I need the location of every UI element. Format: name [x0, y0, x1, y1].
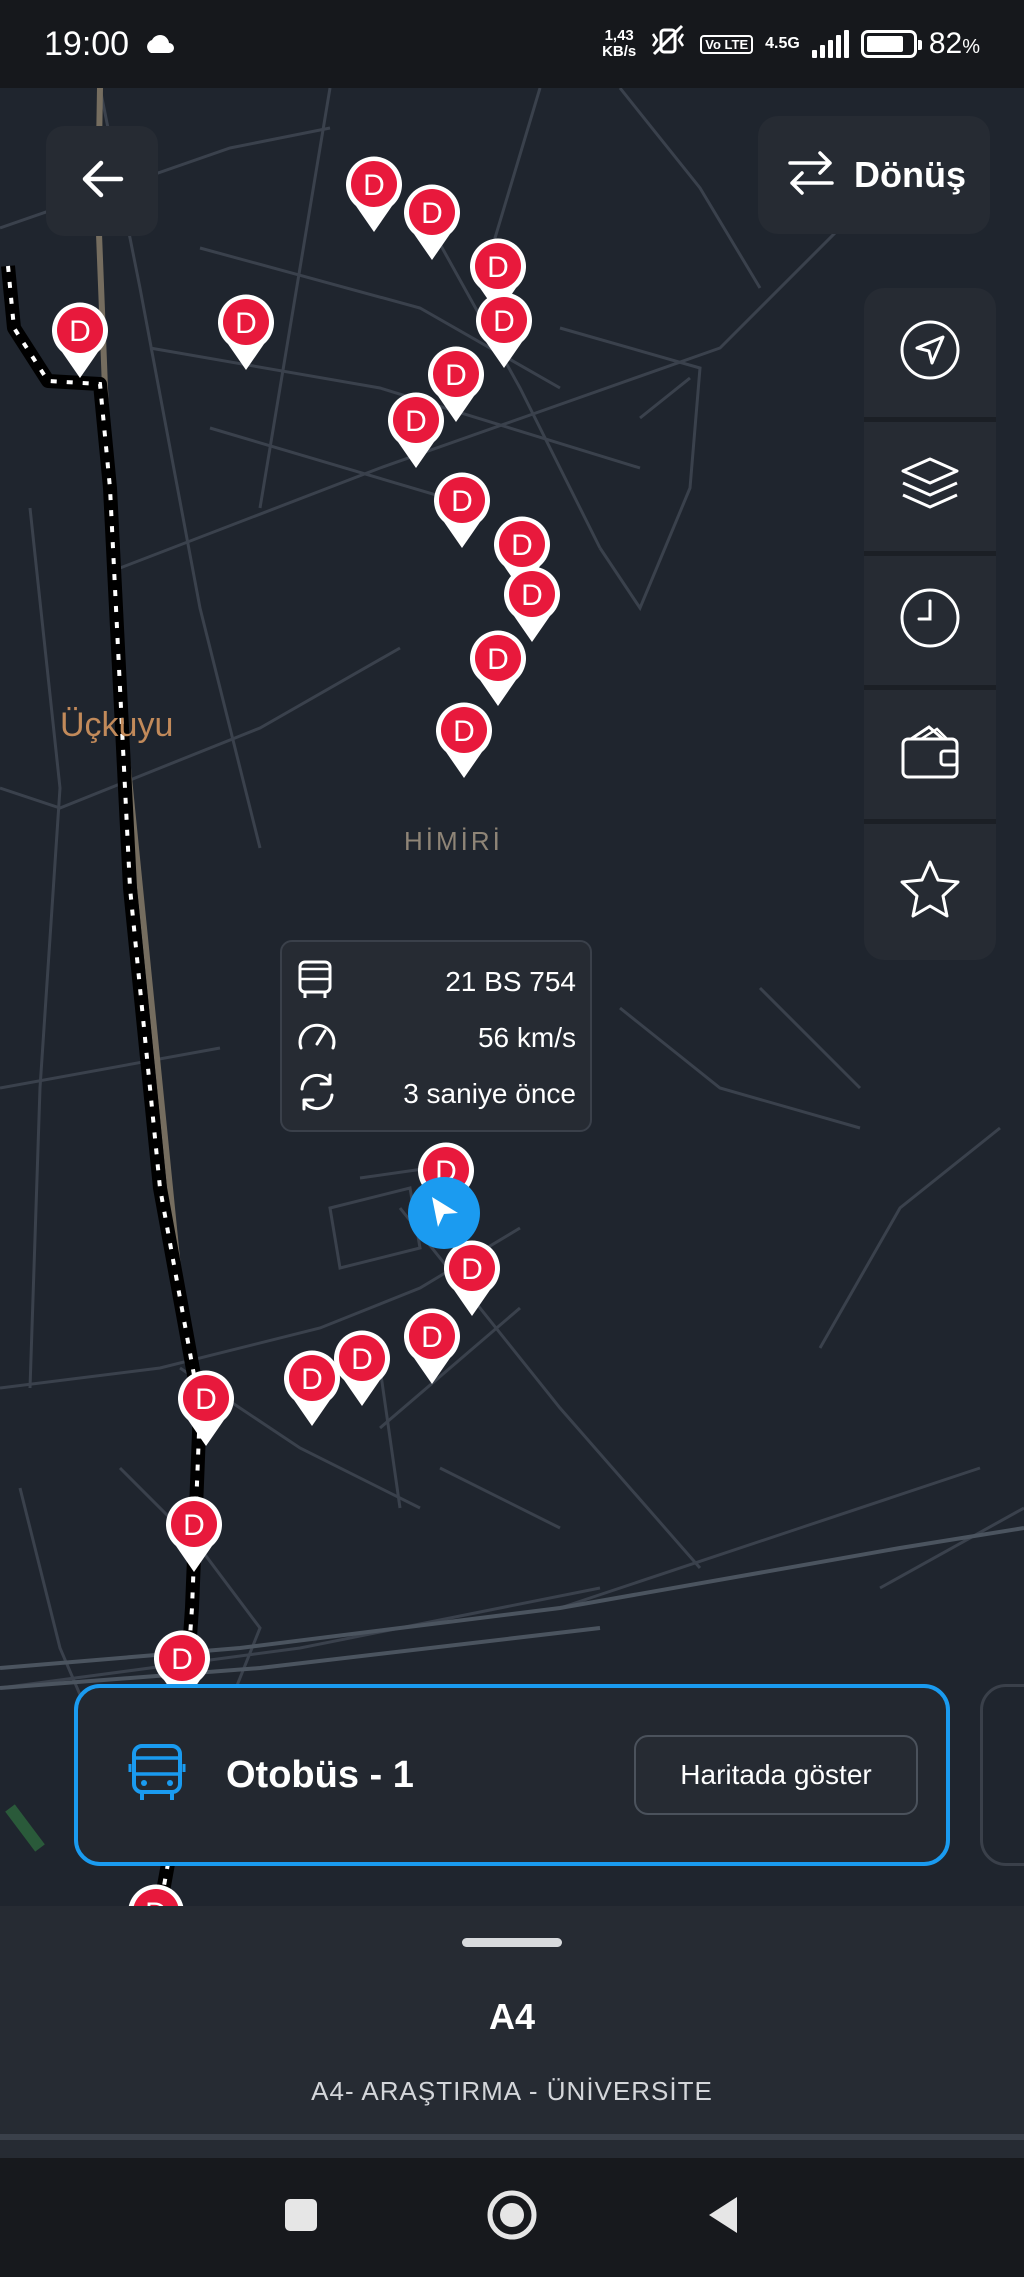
- map-side-panel: [864, 288, 996, 960]
- bus-stop-pin[interactable]: D: [466, 628, 530, 708]
- svg-text:D: D: [301, 1363, 323, 1396]
- bus-stop-pin[interactable]: D: [430, 470, 494, 550]
- vehicle-speed-row: 56 km/s: [296, 1010, 576, 1066]
- bus-stop-pin[interactable]: D: [162, 1494, 226, 1574]
- svg-text:D: D: [183, 1509, 205, 1542]
- vehicle-plate-row: 21 BS 754: [296, 954, 576, 1010]
- vibrate-off-icon: [648, 24, 688, 64]
- bus-icon: [296, 959, 334, 1006]
- layers-button[interactable]: [864, 422, 996, 556]
- status-time: 19:00: [44, 24, 130, 63]
- vehicle-info-popup: 21 BS 754 56 km/s 3 saniye önce: [280, 940, 592, 1132]
- svg-text:D: D: [171, 1643, 193, 1676]
- svg-text:D: D: [405, 405, 427, 438]
- vehicle-updated-time: 3 saniye önce: [403, 1078, 576, 1109]
- svg-text:D: D: [493, 305, 515, 338]
- vehicle-location-marker[interactable]: [408, 1177, 480, 1249]
- back-button[interactable]: [46, 126, 158, 236]
- status-bar: 19:00 1,43 KB/s Vo LTE 4.5G 82%: [0, 0, 1024, 88]
- place-label-uckuyu: Üçkuyu: [60, 706, 174, 744]
- recents-button[interactable]: [283, 2197, 319, 2238]
- svg-text:D: D: [421, 197, 443, 230]
- sheet-drag-handle[interactable]: [462, 1938, 562, 1947]
- favorites-button[interactable]: [864, 824, 996, 958]
- bus-stop-pin[interactable]: D: [400, 182, 464, 262]
- svg-text:D: D: [521, 579, 543, 612]
- signal-icon: [811, 30, 849, 58]
- wallet-icon: [899, 723, 961, 786]
- battery-percent: 82%: [928, 27, 980, 60]
- return-label: Dönüş: [854, 154, 966, 195]
- navigation-arrow-icon: [426, 1193, 462, 1234]
- refresh-icon: [296, 1071, 338, 1118]
- bus-icon: [128, 1742, 186, 1809]
- layers-icon: [899, 455, 961, 518]
- locate-button[interactable]: [864, 288, 996, 422]
- schedule-button[interactable]: [864, 556, 996, 690]
- svg-text:D: D: [195, 1383, 217, 1416]
- clock-icon: [899, 587, 961, 654]
- svg-text:D: D: [453, 715, 475, 748]
- battery-icon: [860, 30, 922, 58]
- svg-text:D: D: [351, 1343, 373, 1376]
- speedometer-icon: [296, 1018, 338, 1059]
- next-bus-card[interactable]: [980, 1684, 1024, 1866]
- vehicle-speed: 56 km/s: [477, 1022, 576, 1053]
- svg-text:D: D: [461, 1253, 483, 1286]
- show-on-map-button[interactable]: Haritada göster: [634, 1735, 918, 1815]
- bus-card[interactable]: Otobüs - 1 Haritada göster: [74, 1684, 950, 1866]
- svg-text:D: D: [235, 307, 257, 340]
- svg-text:D: D: [363, 169, 385, 202]
- vehicle-plate: 21 BS 754: [445, 966, 576, 997]
- network-speed: 1,43 KB/s: [602, 27, 637, 60]
- route-bottom-sheet[interactable]: A4 A4- ARAŞTIRMA - ÜNİVERSİTE: [0, 1906, 1024, 2158]
- bus-stop-pin[interactable]: D: [174, 1368, 238, 1448]
- volte-badge: Vo LTE: [700, 34, 754, 54]
- svg-text:D: D: [69, 315, 91, 348]
- status-right: 1,43 KB/s Vo LTE 4.5G 82%: [602, 24, 980, 64]
- bus-stop-pin[interactable]: D: [280, 1348, 344, 1428]
- bus-stop-pin[interactable]: D: [342, 154, 406, 234]
- system-navigation-bar: [0, 2158, 1024, 2277]
- bus-stop-pin[interactable]: D: [124, 1882, 188, 1908]
- svg-text:D: D: [445, 359, 467, 392]
- bus-stop-pin[interactable]: D: [384, 390, 448, 470]
- home-button[interactable]: [486, 2189, 538, 2246]
- back-nav-button[interactable]: [705, 2195, 741, 2240]
- star-icon: [898, 858, 962, 925]
- svg-text:D: D: [487, 643, 509, 676]
- bus-stop-pin[interactable]: D: [214, 292, 278, 372]
- bus-stop-pin[interactable]: D: [48, 300, 112, 380]
- arrow-left-icon: [79, 159, 125, 204]
- cloud-icon: [143, 25, 177, 64]
- place-label-himiri: HİMİRİ: [404, 826, 503, 856]
- bus-stop-pin[interactable]: D: [432, 700, 496, 780]
- navigation-icon: [899, 319, 961, 386]
- svg-text:D: D: [511, 529, 533, 562]
- svg-text:D: D: [421, 1321, 443, 1354]
- bus-stop-pin[interactable]: D: [400, 1306, 464, 1386]
- vehicle-updated-row: 3 saniye önce: [296, 1066, 576, 1122]
- bus-title: Otobüs - 1: [226, 1753, 414, 1796]
- map-view[interactable]: Üçkuyu HİMİRİ D D D D D D D D D D D D D …: [0, 88, 1024, 1908]
- status-left: 19:00: [44, 25, 177, 64]
- return-direction-button[interactable]: Dönüş: [758, 116, 990, 234]
- swap-arrows-icon: [786, 150, 836, 200]
- network-type: 4.5G: [765, 35, 800, 52]
- svg-text:D: D: [487, 251, 509, 284]
- route-name: A4- ARAŞTIRMA - ÜNİVERSİTE: [311, 2076, 713, 2106]
- sheet-divider: [0, 2134, 1024, 2140]
- wallet-button[interactable]: [864, 690, 996, 824]
- route-code: A4: [488, 1996, 536, 2037]
- svg-text:D: D: [451, 485, 473, 518]
